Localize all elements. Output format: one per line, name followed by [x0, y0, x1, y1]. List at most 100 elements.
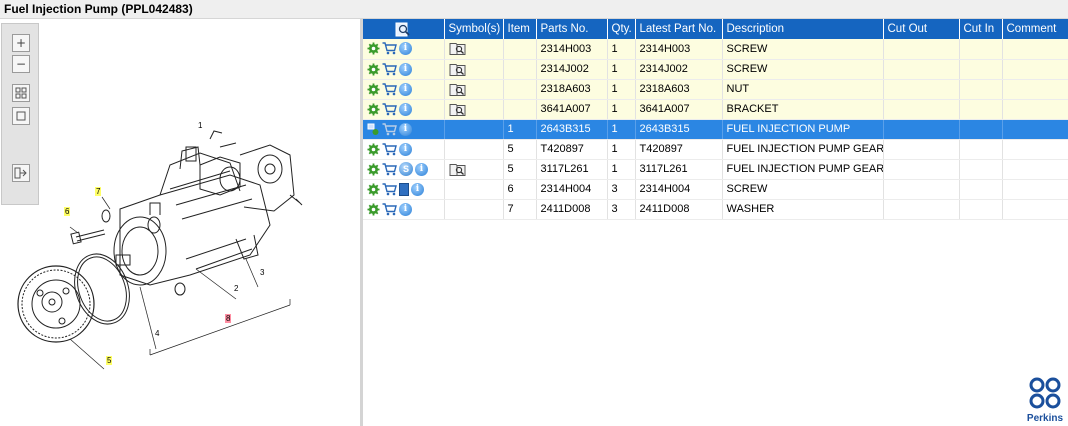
table-row[interactable]: Si 5 3117L261 1 3117L261 FUEL INJECTION PUMP … — [363, 159, 1068, 180]
column-header-parts-no[interactable]: Parts No. — [536, 19, 608, 39]
cell-symbols[interactable] — [444, 79, 504, 100]
cell-view[interactable]: i — [363, 39, 445, 60]
book-magnifier-icon[interactable] — [449, 83, 466, 96]
column-header-cut-out[interactable]: Cut Out — [883, 19, 960, 39]
callout-3[interactable]: 3 — [259, 268, 265, 277]
cell-symbols[interactable] — [444, 179, 504, 200]
book-magnifier-icon[interactable] — [449, 63, 466, 76]
table-row[interactable]: i 7 2411D008 3 2411D008 WASHER — [363, 199, 1068, 220]
info-icon[interactable]: i — [399, 82, 412, 96]
info-icon[interactable]: i — [399, 142, 412, 156]
zoom-in-icon[interactable]: + — [12, 34, 30, 52]
cell-description: FUEL INJECTION PUMP GEAR — [722, 139, 884, 160]
cell-cut-in — [959, 119, 1003, 140]
cell-symbols[interactable] — [444, 119, 504, 140]
cell-symbols[interactable] — [444, 199, 504, 220]
book-magnifier-icon[interactable] — [449, 42, 466, 56]
column-header-comment[interactable]: Comment — [1002, 19, 1068, 39]
tree-view-icon[interactable] — [367, 123, 380, 136]
cell-view[interactable]: i — [363, 139, 445, 160]
info-icon[interactable]: i — [399, 62, 412, 76]
table-row[interactable]: i 2314H003 1 2314H003 SCREW — [363, 39, 1068, 60]
gear-icon[interactable] — [367, 163, 380, 176]
gear-icon[interactable] — [367, 203, 380, 216]
callout-8[interactable]: 8 — [225, 314, 232, 323]
parts-table: Symbol(s) Item Parts No. Qty. Latest Par… — [363, 19, 1068, 220]
cell-description: SCREW — [722, 59, 884, 80]
shopping-cart-icon[interactable] — [382, 102, 397, 116]
callout-2[interactable]: 2 — [233, 284, 239, 293]
cell-symbols[interactable] — [444, 99, 504, 120]
column-header-view[interactable] — [363, 19, 445, 39]
shopping-cart-icon[interactable] — [382, 162, 397, 176]
cell-view[interactable]: i — [363, 119, 445, 140]
table-row[interactable]: i 6 2314H004 3 2314H004 SCREW — [363, 179, 1068, 200]
perkins-logo: Perkins — [1022, 376, 1068, 426]
cell-symbols[interactable] — [444, 59, 504, 80]
cell-cut-out — [883, 199, 960, 220]
cell-view[interactable]: i — [363, 79, 445, 100]
cell-symbols[interactable] — [444, 39, 504, 60]
table-row[interactable]: i 5 T420897 1 T420897 FUEL INJECTION PUMP GEA… — [363, 139, 1068, 160]
column-header-latest-part-no[interactable]: Latest Part No. — [635, 19, 723, 39]
cell-symbols[interactable] — [444, 139, 504, 160]
callout-6[interactable]: 6 — [64, 207, 71, 216]
info-icon[interactable]: i — [399, 202, 412, 216]
cell-latest-part-no: 2314H004 — [635, 179, 723, 200]
table-row[interactable]: i 2318A603 1 2318A603 NUT — [363, 79, 1068, 100]
cell-view[interactable]: i — [363, 99, 445, 120]
column-header-description[interactable]: Description — [722, 19, 884, 39]
cell-parts-no: 2314H004 — [536, 179, 608, 200]
table-row[interactable]: i 1 2643B315 1 2643B315 FUEL INJECTION PUMP — [363, 119, 1068, 140]
cell-cut-out — [883, 139, 960, 160]
callout-5[interactable]: 5 — [106, 356, 113, 365]
table-row[interactable]: i 2314J002 1 2314J002 SCREW — [363, 59, 1068, 80]
cell-cut-out — [883, 119, 960, 140]
info-icon[interactable]: i — [399, 102, 412, 116]
shopping-cart-icon[interactable] — [382, 62, 397, 76]
cell-view[interactable]: Si — [363, 159, 445, 180]
export-icon[interactable] — [12, 164, 30, 182]
callout-1[interactable]: 1 — [197, 121, 203, 130]
cell-description: FUEL INJECTION PUMP — [722, 119, 884, 140]
callout-7[interactable]: 7 — [95, 187, 102, 196]
cell-description: BRACKET — [722, 99, 884, 120]
info-icon[interactable]: i — [411, 182, 424, 196]
info-icon[interactable]: i — [399, 42, 412, 56]
shopping-cart-icon[interactable] — [382, 182, 397, 196]
perkins-logo-text: Perkins — [1026, 413, 1064, 424]
gear-icon[interactable] — [367, 63, 380, 76]
column-header-symbols[interactable]: Symbol(s) — [444, 19, 504, 39]
gear-icon[interactable] — [367, 183, 380, 196]
cell-latest-part-no: 2643B315 — [635, 119, 723, 140]
cell-view[interactable]: i — [363, 179, 445, 200]
fit-page-icon[interactable] — [12, 107, 30, 125]
s-badge-icon[interactable]: S — [399, 162, 413, 176]
shopping-cart-icon[interactable] — [382, 202, 397, 216]
gear-icon[interactable] — [367, 42, 380, 55]
shopping-cart-icon[interactable] — [382, 82, 397, 96]
shopping-cart-icon[interactable] — [382, 122, 397, 136]
book-icon[interactable] — [399, 182, 409, 196]
zoom-out-icon[interactable]: − — [12, 55, 30, 73]
column-header-item[interactable]: Item — [503, 19, 537, 39]
gear-icon[interactable] — [367, 103, 380, 116]
cell-description: SCREW — [722, 39, 884, 60]
info-icon[interactable]: i — [399, 122, 412, 136]
cell-view[interactable]: i — [363, 59, 445, 80]
cell-symbols[interactable] — [444, 159, 504, 180]
book-magnifier-icon[interactable] — [449, 103, 466, 116]
fit-all-icon[interactable] — [12, 84, 30, 102]
column-header-cut-in[interactable]: Cut In — [959, 19, 1003, 39]
gear-icon[interactable] — [367, 83, 380, 96]
shopping-cart-icon[interactable] — [382, 142, 397, 156]
table-row[interactable]: i 3641A007 1 3641A007 BRACKET — [363, 99, 1068, 120]
shopping-cart-icon[interactable] — [382, 42, 397, 55]
column-header-qty[interactable]: Qty. — [607, 19, 636, 39]
callout-4[interactable]: 4 — [154, 329, 160, 338]
cell-view[interactable]: i — [363, 199, 445, 220]
diagram-pane[interactable]: 7 6 1 2 3 4 5 8 + − — [0, 19, 360, 426]
book-magnifier-icon[interactable] — [449, 163, 466, 176]
gear-icon[interactable] — [367, 143, 380, 156]
info-icon[interactable]: i — [415, 162, 428, 176]
